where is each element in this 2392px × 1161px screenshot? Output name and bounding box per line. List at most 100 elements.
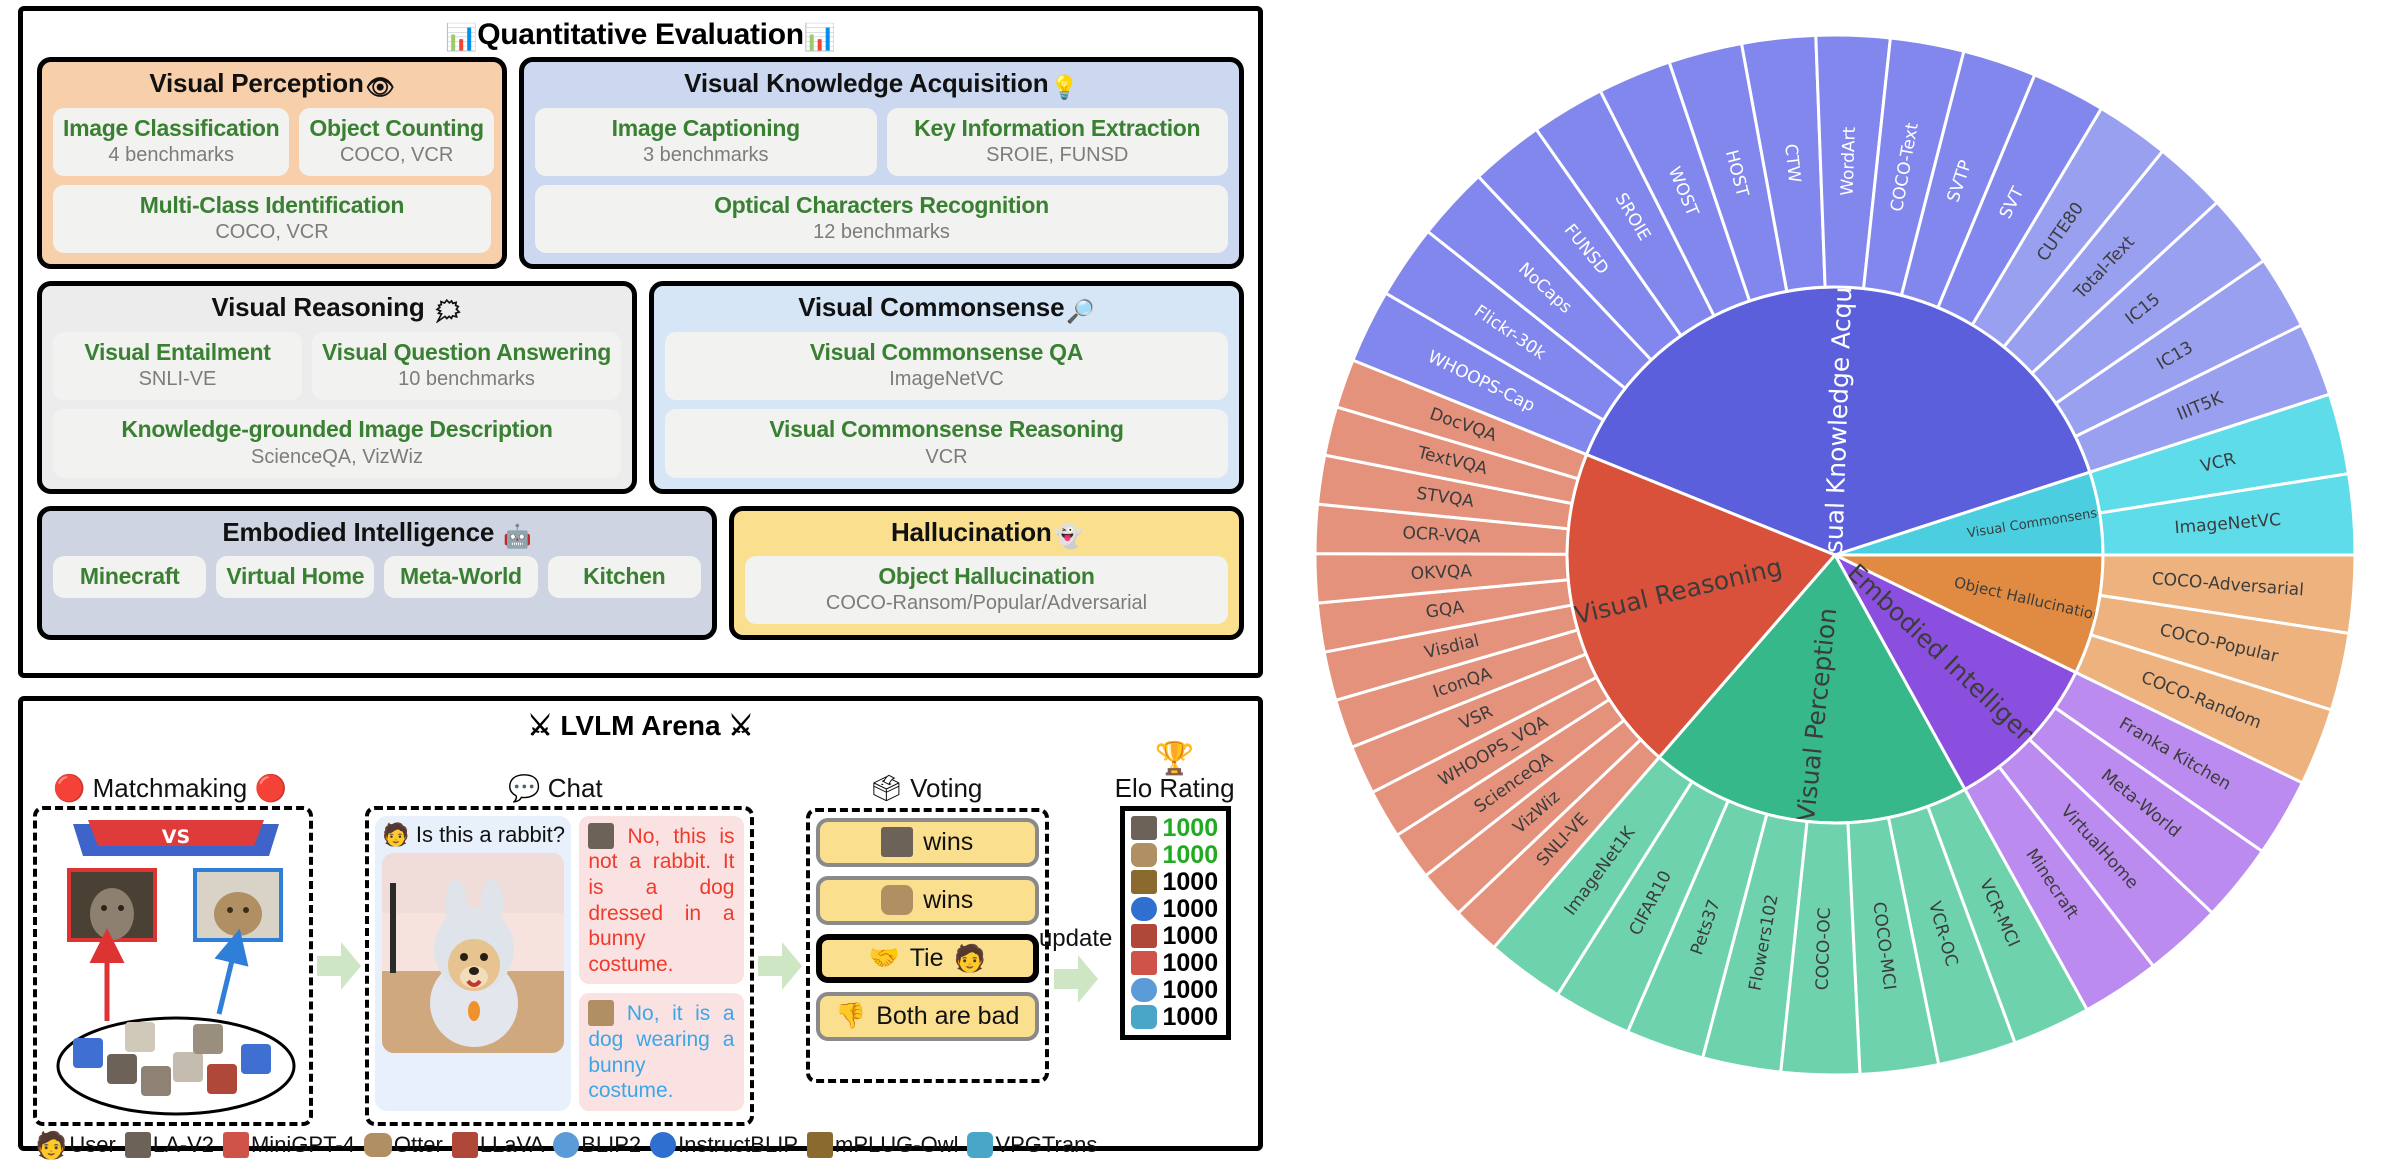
vote-option-model-a-wins[interactable]: wins (815, 817, 1039, 867)
arena-title: ⚔ LVLM Arena ⚔ (33, 709, 1248, 742)
legend-item-instructblip: InstructBLIP (650, 1132, 798, 1159)
task-visual-question-answering[interactable]: Visual Question Answering 10 benchmarks (311, 331, 621, 401)
vote-option-tie[interactable]: 🤝 Tie 🧑 (815, 933, 1039, 983)
task-key-information-extraction[interactable]: Key Information Extraction SROIE, FUNSD (886, 107, 1228, 177)
category-visual-knowledge-acquisition[interactable]: Visual Knowledge Acquisition💡 Image Capt… (519, 57, 1244, 270)
sunburst-outer-label: CTW (1780, 143, 1804, 184)
chat-box: 🧑 Is this a rabbit? No, this is not a ra… (375, 815, 744, 1111)
matchmaking-graphic: VS (56, 819, 296, 1116)
stage-header-chat: 💬 Chat (508, 772, 603, 803)
ballot-box-icon: 🗳 (869, 772, 903, 803)
minigpt4-icon (1130, 951, 1157, 976)
elo-row: 1000 (1130, 1003, 1218, 1031)
arena-stage-headers: 🔴 Matchmaking 🔴 💬 Chat 🗳 Voting 🏆 Elo Ra… (33, 742, 1248, 806)
task-minecraft[interactable]: Minecraft (53, 555, 207, 599)
category-title: Visual Reasoning 🗯 (211, 292, 463, 325)
model-legend: 🧑 User LA-V2 MiniGPT-4 Otter LLaVA BLIP2… (33, 1130, 1248, 1161)
sunburst-outer-label: COCO-OC (1813, 907, 1835, 990)
task-knowledge-grounded-image-description[interactable]: Knowledge-grounded Image Description Sci… (53, 409, 621, 478)
category-embodied-intelligence[interactable]: Embodied Intelligence 🤖 Minecraft Virtua… (37, 505, 717, 641)
blip2-icon (1130, 978, 1157, 1003)
elo-row: 1000 (1130, 895, 1218, 923)
task-row: Visual Commonsense QA ImageNetVC (665, 331, 1228, 401)
task-row: Image Classification 4 benchmarks Object… (53, 107, 494, 177)
category-hallucination[interactable]: Hallucination👻 Object Hallucination COCO… (729, 505, 1244, 641)
task-optical-characters-recognition[interactable]: Optical Characters Recognition 12 benchm… (535, 185, 1228, 254)
elo-value: 1000 (1162, 948, 1219, 977)
otter-icon (588, 1000, 615, 1027)
elo-rating-list: 1000 1000 1000 1000 1000 1000 1000 1000 (1119, 805, 1232, 1040)
svg-text:VS: VS (162, 826, 190, 848)
sunburst-svg: Visual Knowledge Acquisition Visual Commo… (1313, 33, 2357, 1077)
arena-body: VS 🧑 Is this a rabbit? No, this is not a… (33, 805, 1248, 1126)
llava-icon (1130, 924, 1157, 949)
flow-arrow-2 (754, 806, 806, 1126)
task-row: Multi-Class Identification COCO, VCR (53, 185, 491, 254)
mplug-owl-icon (1130, 870, 1157, 895)
matchmaking-area[interactable]: VS (33, 805, 313, 1126)
category-row-2: Visual Reasoning 🗯 Visual Entailment SNL… (37, 281, 1244, 494)
category-row-3: Embodied Intelligence 🤖 Minecraft Virtua… (37, 505, 1244, 641)
mplug-owl-icon (807, 1132, 834, 1159)
elo-row: 1000 (1130, 813, 1219, 842)
otter-icon (881, 885, 914, 916)
la-v2-icon (588, 822, 615, 849)
sunburst-outer-label: OCR-VQA (1402, 523, 1481, 547)
speech-bubble-icon: 💬 (508, 772, 541, 803)
task-object-counting[interactable]: Object Counting COCO, VCR (299, 107, 494, 177)
eye-icon: 👁 (365, 74, 395, 101)
task-row: Visual Commonsense Reasoning VCR (665, 409, 1228, 478)
task-visual-entailment[interactable]: Visual Entailment SNLI-VE (53, 331, 302, 401)
instructblip-icon (650, 1132, 677, 1159)
vote-option-model-b-wins[interactable]: wins (815, 875, 1039, 925)
legend-item-mplug-owl: mPLUG-Owl (807, 1132, 958, 1159)
elo-row: 1000 (1130, 976, 1218, 1004)
task-meta-world[interactable]: Meta-World (384, 555, 538, 599)
arrow-right-icon (1053, 954, 1098, 1003)
page-title: 📊Quantitative Evaluation📊 (37, 19, 1244, 51)
task-kitchen[interactable]: Kitchen (547, 555, 701, 599)
model-answers: No, this is not a rabbit. It is a dog dr… (579, 815, 744, 1111)
blip2-icon (553, 1132, 580, 1159)
category-title: Hallucination👻 (890, 516, 1083, 549)
handshake-icon: 🤝 (868, 943, 900, 972)
elo-value: 1000 (1162, 921, 1219, 950)
voting-area[interactable]: wins wins 🤝 Tie 🧑 👎 Both are bad (805, 807, 1049, 1083)
task-row: Visual Entailment SNLI-VE Visual Questio… (53, 331, 621, 401)
user-avatar-icon: 🧑 (35, 1129, 68, 1160)
stage-header-elo: 🏆 Elo Rating (1101, 742, 1248, 806)
user-avatar-icon: 🧑 (382, 821, 410, 847)
category-title: Embodied Intelligence 🤖 (222, 516, 532, 549)
task-row: Object Hallucination COCO-Ransom/Popular… (745, 555, 1228, 625)
task-virtual-home[interactable]: Virtual Home (216, 555, 375, 599)
category-visual-commonsense[interactable]: Visual Commonsense🔎 Visual Commonsense Q… (649, 281, 1244, 494)
legend-item-otter: Otter (363, 1132, 443, 1158)
elo-row: 1000 (1130, 841, 1218, 869)
legend-item-la-v2: LA-V2 (124, 1132, 214, 1159)
user-question-block: 🧑 Is this a rabbit? (375, 815, 572, 1111)
category-visual-perception[interactable]: Visual Perception👁 Image Classification … (37, 57, 507, 270)
task-multi-class-identification[interactable]: Multi-Class Identification COCO, VCR (53, 185, 491, 254)
otter-icon (363, 1133, 392, 1158)
arrow-right-icon (317, 941, 362, 990)
elo-row: 1000 (1130, 868, 1218, 896)
chat-image (382, 852, 565, 1053)
elo-value: 1000 (1162, 813, 1219, 842)
task-visual-commonsense-reasoning[interactable]: Visual Commonsense Reasoning VCR (665, 409, 1228, 478)
vpgtrans-icon (967, 1132, 994, 1159)
crossed-swords-icon: ⚔ (527, 710, 553, 741)
user-question: 🧑 Is this a rabbit? (382, 821, 566, 847)
minigpt4-icon (222, 1132, 249, 1159)
magnifier-icon: 🔎 (1066, 298, 1095, 325)
task-object-hallucination[interactable]: Object Hallucination COCO-Ransom/Popular… (745, 555, 1228, 625)
bar-chart-icon: 📊 (445, 22, 478, 52)
task-image-classification[interactable]: Image Classification 4 benchmarks (53, 107, 290, 177)
chat-area[interactable]: 🧑 Is this a rabbit? No, this is not a ra… (365, 805, 754, 1126)
lvlm-arena-panel: ⚔ LVLM Arena ⚔ 🔴 Matchmaking 🔴 💬 Chat 🗳 … (18, 696, 1263, 1160)
vote-option-both-are-bad[interactable]: 👎 Both are bad (815, 991, 1039, 1041)
category-visual-reasoning[interactable]: Visual Reasoning 🗯 Visual Entailment SNL… (37, 281, 637, 494)
task-visual-commonsense-qa[interactable]: Visual Commonsense QA ImageNetVC (665, 331, 1228, 401)
task-image-captioning[interactable]: Image Captioning 3 benchmarks (535, 107, 877, 177)
la-v2-icon (1130, 816, 1157, 841)
update-label: update (1038, 924, 1113, 952)
